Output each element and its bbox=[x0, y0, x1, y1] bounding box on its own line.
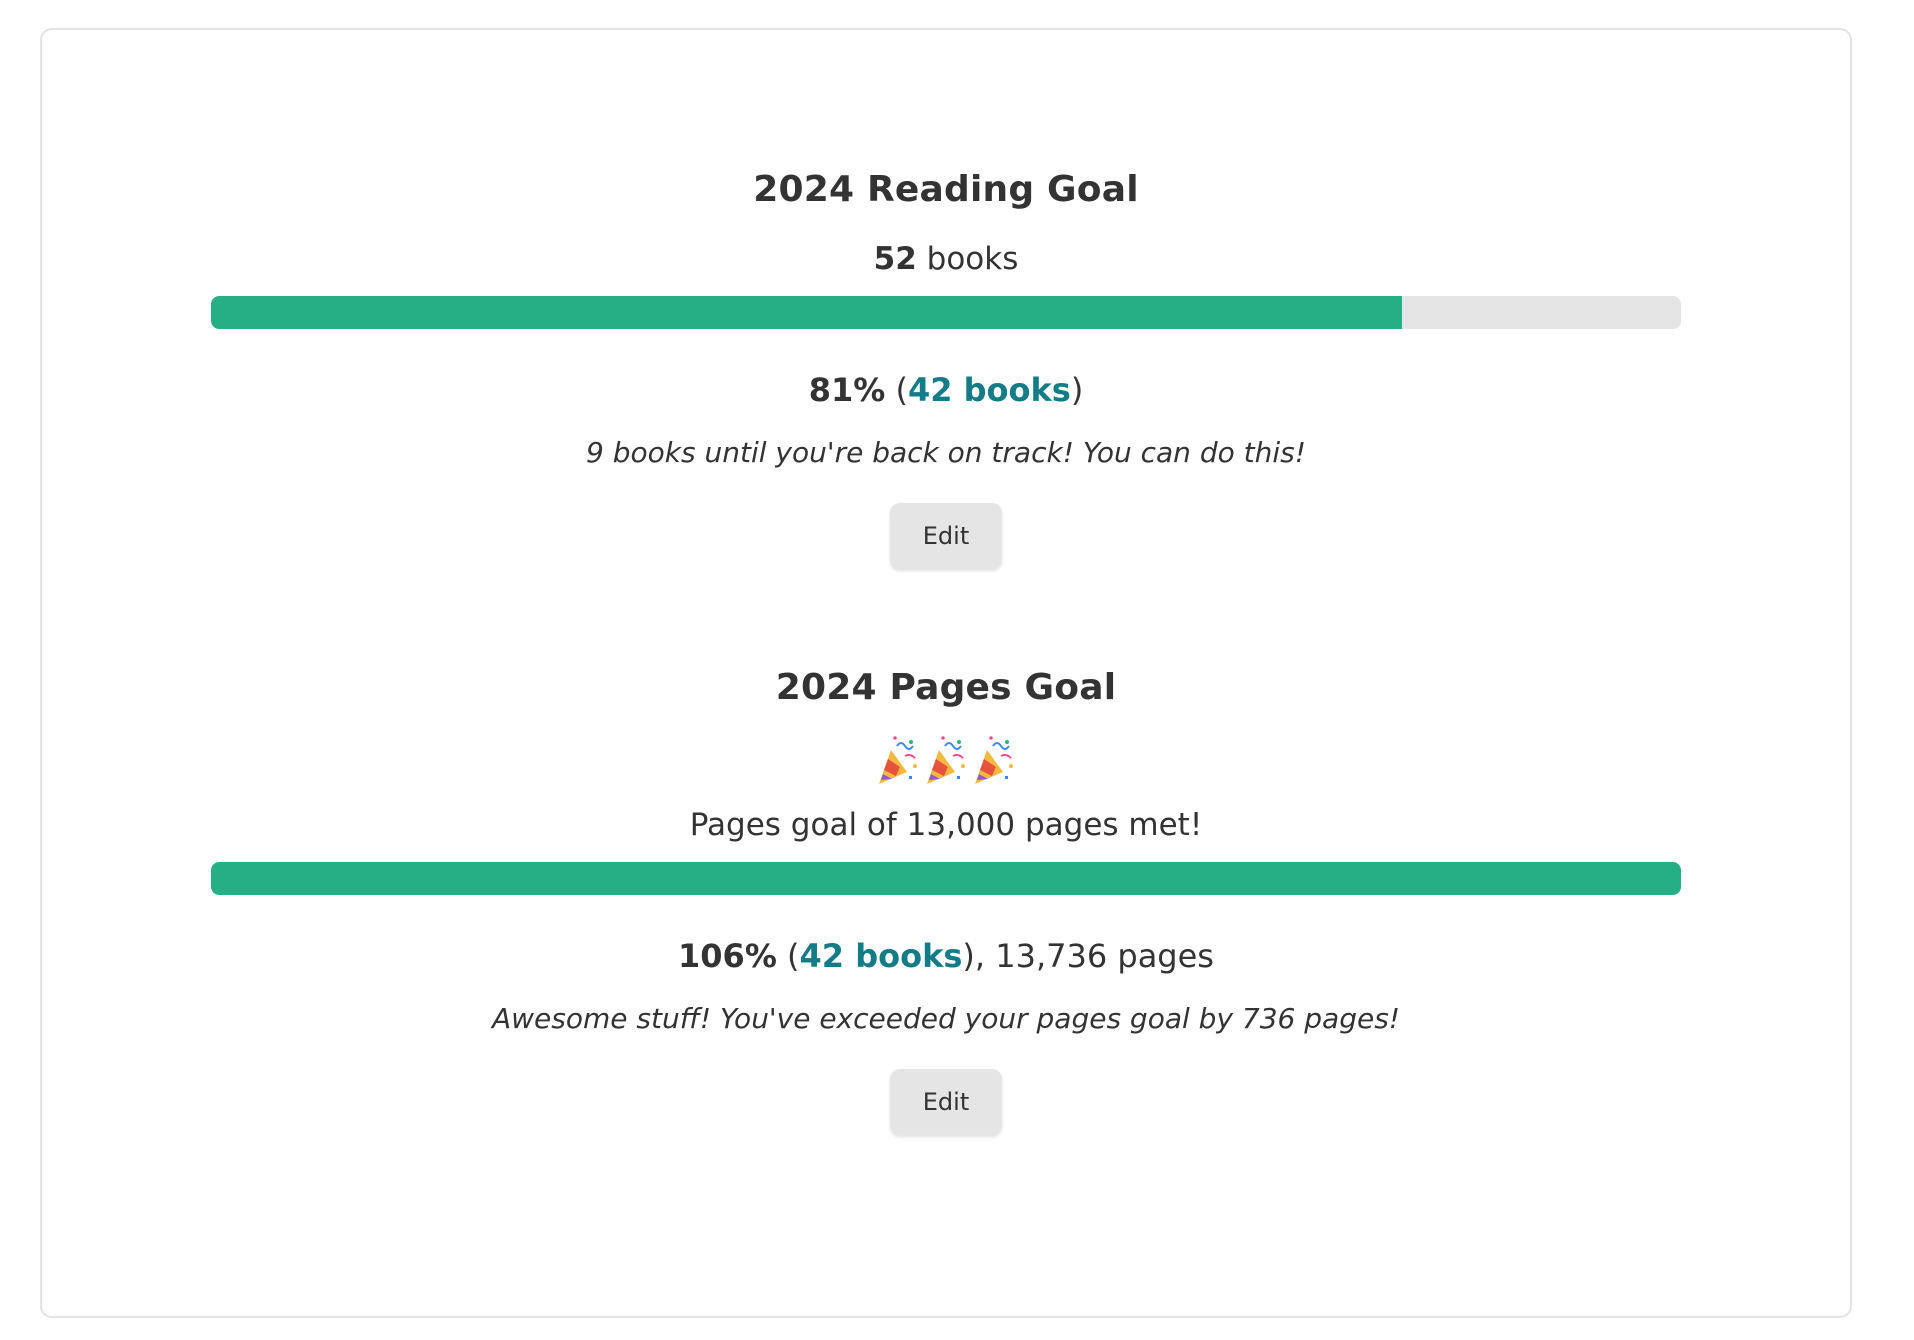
pages-goal-met-text: Pages goal of 13,000 pages met! bbox=[689, 807, 1203, 843]
reading-goal-title: 2024 Reading Goal bbox=[753, 169, 1139, 210]
reading-goal-percent: 81% bbox=[808, 371, 886, 409]
party-popper-icon bbox=[927, 736, 965, 784]
pages-goal-section: 2024 Pages Goal Pages goal of 13,000 pag… bbox=[42, 658, 1850, 1135]
pages-goal-open-paren: ( bbox=[776, 937, 800, 975]
pages-goal-title: 2024 Pages Goal bbox=[775, 667, 1117, 708]
reading-goal-stats: 81% (42 books) bbox=[42, 365, 1850, 415]
celebration-icons bbox=[42, 732, 1850, 792]
pages-goal-books-link[interactable]: 42 books bbox=[800, 937, 963, 975]
reading-goal-message: 9 books until you're back on track! You … bbox=[586, 436, 1306, 469]
reading-goal-books-link[interactable]: 42 books bbox=[908, 371, 1071, 409]
party-popper-icon bbox=[879, 736, 917, 784]
reading-goal-target: 52 books bbox=[42, 236, 1850, 282]
reading-goal-target-unit: books bbox=[916, 241, 1019, 277]
pages-goal-percent: 106% bbox=[678, 937, 777, 975]
pages-goal-edit-button[interactable]: Edit bbox=[890, 1069, 1002, 1135]
reading-goal-close-paren: ) bbox=[1070, 371, 1084, 409]
reading-goal-open-paren: ( bbox=[885, 371, 908, 409]
reading-goal-progress-bar bbox=[211, 296, 1681, 329]
reading-goal-progress-fill bbox=[211, 296, 1402, 329]
reading-goal-section: 2024 Reading Goal 52 books 81% (42 books… bbox=[42, 160, 1850, 569]
pages-goal-stats: 106% (42 books), 13,736 pages bbox=[42, 931, 1850, 981]
party-popper-icon bbox=[975, 736, 1013, 784]
pages-goal-pages-count: ), 13,736 pages bbox=[962, 937, 1214, 975]
reading-goal-target-count: 52 bbox=[873, 241, 917, 277]
pages-goal-actions: Edit bbox=[42, 1069, 1850, 1135]
pages-goal-progress-bar bbox=[211, 862, 1681, 895]
pages-goal-message: Awesome stuff! You've exceeded your page… bbox=[491, 1002, 1401, 1035]
pages-goal-progress-fill bbox=[211, 862, 1681, 895]
reading-goal-actions: Edit bbox=[42, 503, 1850, 569]
reading-goal-edit-button[interactable]: Edit bbox=[890, 503, 1002, 569]
goals-card: 2024 Reading Goal 52 books 81% (42 books… bbox=[40, 28, 1852, 1318]
